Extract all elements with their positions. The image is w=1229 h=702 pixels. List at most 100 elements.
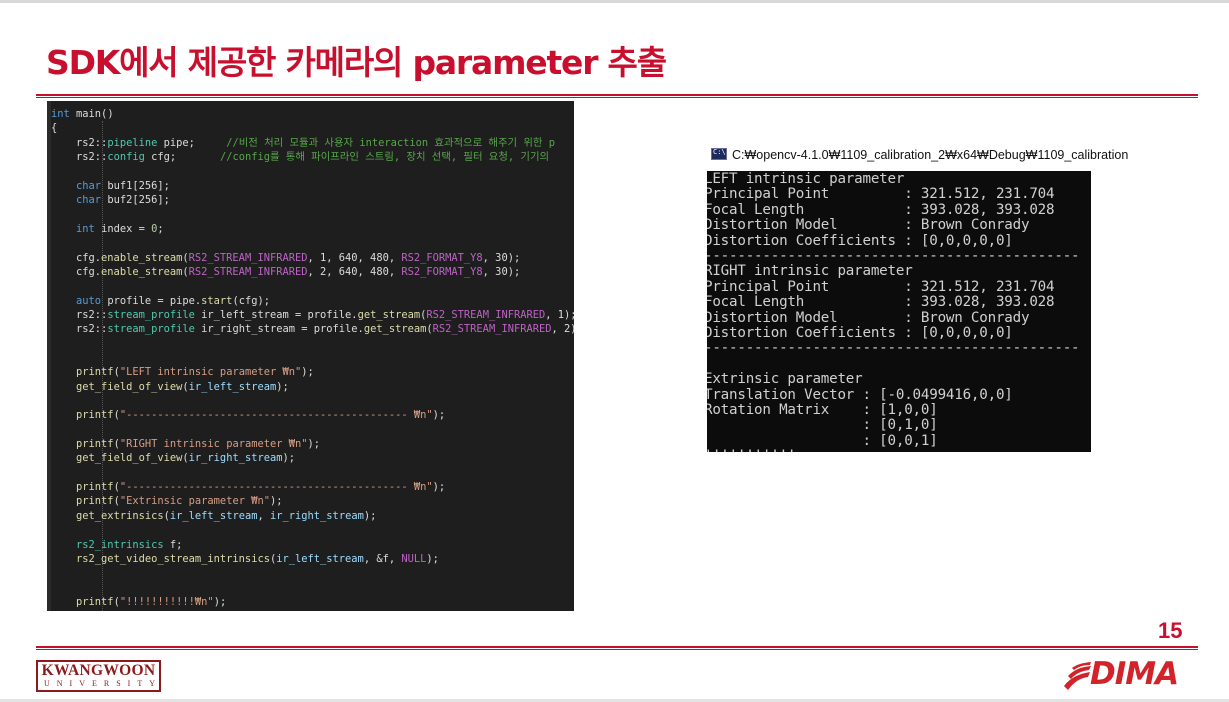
code-token: "!!!!!!!!!!!₩n" bbox=[119, 595, 214, 608]
console-line: : [0,0,1] bbox=[707, 432, 938, 449]
code-token: NULL bbox=[401, 552, 427, 565]
code-token: ); bbox=[213, 595, 227, 608]
code-token: "---------------------------------------… bbox=[119, 481, 433, 494]
console-line: Translation Vector : [-0.0499416,0,0] bbox=[707, 386, 1013, 403]
code-token: pipe; bbox=[157, 136, 227, 149]
code-token: char bbox=[76, 194, 102, 207]
code-token: get_field_of_view bbox=[76, 380, 183, 393]
code-token: cfg. bbox=[51, 265, 102, 278]
code-token: enable_stream bbox=[101, 251, 183, 264]
code-line: get_extrinsics(ir_left_stream, ir_right_… bbox=[51, 510, 376, 523]
code-token: ); bbox=[282, 452, 296, 465]
code-token: int bbox=[51, 108, 70, 120]
code-token: (cfg); bbox=[232, 294, 270, 307]
console-title-bar: C:₩opencv-4.1.0₩1109_calibration_2₩x64₩D… bbox=[711, 148, 1128, 162]
console-output: LEFT intrinsic parameter Principal Point … bbox=[707, 171, 1091, 452]
dima-swoosh-icon bbox=[1064, 662, 1091, 690]
code-token: printf bbox=[76, 481, 114, 494]
code-token: start bbox=[201, 294, 233, 307]
code-token: char bbox=[76, 179, 102, 192]
title-rule bbox=[36, 94, 1198, 96]
code-line: printf("LEFT intrinsic parameter ₩n"); bbox=[51, 366, 314, 379]
code-token: RS2_STREAM_INFRARED bbox=[188, 265, 308, 278]
top-border bbox=[0, 0, 1229, 3]
code-token: rs2:: bbox=[51, 308, 108, 321]
code-token: ir_right_stream = profile. bbox=[194, 323, 364, 336]
code-token: ir_right_stream bbox=[188, 452, 283, 465]
console-line: : [0,1,0] bbox=[707, 417, 938, 434]
code-line: char buf2[256]; bbox=[51, 194, 170, 207]
code-token: ir_left_stream = profile. bbox=[194, 308, 358, 321]
code-token: cfg. bbox=[51, 251, 102, 264]
code-token: rs2_get_video_stream_intrinsics bbox=[76, 552, 270, 565]
code-line: cfg.enable_stream(RS2_STREAM_INFRARED, 1… bbox=[51, 252, 520, 265]
editor-gutter bbox=[47, 101, 51, 611]
code-line: cfg.enable_stream(RS2_STREAM_INFRARED, 2… bbox=[51, 266, 520, 279]
code-token: RS2_STREAM_INFRARED bbox=[188, 251, 308, 264]
console-line: Distortion Model : Brown Conrady bbox=[707, 217, 1030, 234]
code-token: printf bbox=[76, 595, 114, 608]
code-token: get_stream bbox=[357, 308, 421, 321]
code-token: rs2_intrinsics bbox=[76, 538, 164, 551]
code-token: printf bbox=[76, 409, 114, 422]
code-token: f; bbox=[163, 538, 183, 551]
code-line: auto profile = pipe.start(cfg); bbox=[51, 295, 270, 308]
kwangwoon-logo: KWANGWOON UNIVERSITY bbox=[36, 660, 161, 692]
code-token: get_field_of_view bbox=[76, 452, 183, 465]
slide-title: SDK에서 제공한 카메라의 parameter 추출 bbox=[46, 43, 667, 82]
code-token: //비전 처리 모듈과 사용자 interaction 효과적으로 해주기 위한… bbox=[226, 136, 555, 149]
console-line: Focal Length : 393.028, 393.028 bbox=[707, 201, 1055, 218]
code-line: printf("--------------------------------… bbox=[51, 409, 445, 422]
console-line: Distortion Model : Brown Conrady bbox=[707, 309, 1030, 326]
code-token: , bbox=[257, 509, 270, 522]
code-token: ir_left_stream bbox=[188, 380, 277, 393]
code-line: rs2::pipeline pipe; //비전 처리 모듈과 사용자 inte… bbox=[51, 137, 555, 150]
code-token: profile = pipe. bbox=[101, 294, 202, 307]
code-token: RS2_FORMAT_Y8 bbox=[401, 251, 483, 264]
code-token: ); bbox=[276, 380, 289, 393]
console-line: Focal Length : 393.028, 393.028 bbox=[707, 294, 1055, 311]
code-token: enable_stream bbox=[101, 265, 183, 278]
code-token: //config를 통해 파이프라인 스트림, 장치 선택, 필터 요청, 기기… bbox=[219, 151, 550, 164]
code-line: rs2::stream_profile ir_right_stream = pr… bbox=[51, 323, 574, 336]
code-line: get_field_of_view(ir_right_stream); bbox=[51, 452, 295, 465]
code-token: buf2[256]; bbox=[101, 194, 170, 207]
code-line: printf("RIGHT intrinsic parameter ₩n"); bbox=[51, 438, 320, 451]
code-token: index = bbox=[94, 222, 152, 235]
code-token: "Extrinsic parameter ₩n" bbox=[119, 495, 270, 508]
code-token: rs2:: bbox=[51, 151, 108, 164]
code-token: rs2:: bbox=[51, 136, 108, 149]
code-token: , 2); bbox=[551, 323, 575, 336]
code-editor: int main(){ rs2::pipeline pipe; //비전 처리 … bbox=[47, 101, 574, 611]
code-token: "---------------------------------------… bbox=[119, 409, 433, 422]
code-token: RS2_STREAM_INFRARED bbox=[432, 323, 552, 336]
kwangwoon-logo-name: KWANGWOON bbox=[41, 662, 156, 679]
code-line: rs2::config cfg; //config를 통해 파이프라인 스트림,… bbox=[51, 151, 549, 164]
code-token: RS2_STREAM_INFRARED bbox=[426, 308, 546, 321]
kwangwoon-logo-sub: UNIVERSITY bbox=[44, 679, 162, 688]
console-line: ----------------------------------------… bbox=[707, 248, 1080, 264]
code-token: ir_left_stream bbox=[276, 552, 364, 565]
code-token: ; bbox=[157, 222, 164, 235]
code-token: ); bbox=[307, 438, 321, 451]
title-rule-thin bbox=[36, 97, 1198, 98]
code-token: , &f, bbox=[363, 552, 402, 565]
console-app-icon bbox=[711, 148, 727, 160]
code-token: printf bbox=[76, 438, 114, 451]
code-token: "LEFT intrinsic parameter ₩n" bbox=[119, 366, 302, 379]
code-line: rs2::stream_profile ir_left_stream = pro… bbox=[51, 309, 574, 322]
code-token: ir_right_stream bbox=[270, 509, 364, 522]
console-line: Rotation Matrix : [1,0,0] bbox=[707, 402, 938, 418]
